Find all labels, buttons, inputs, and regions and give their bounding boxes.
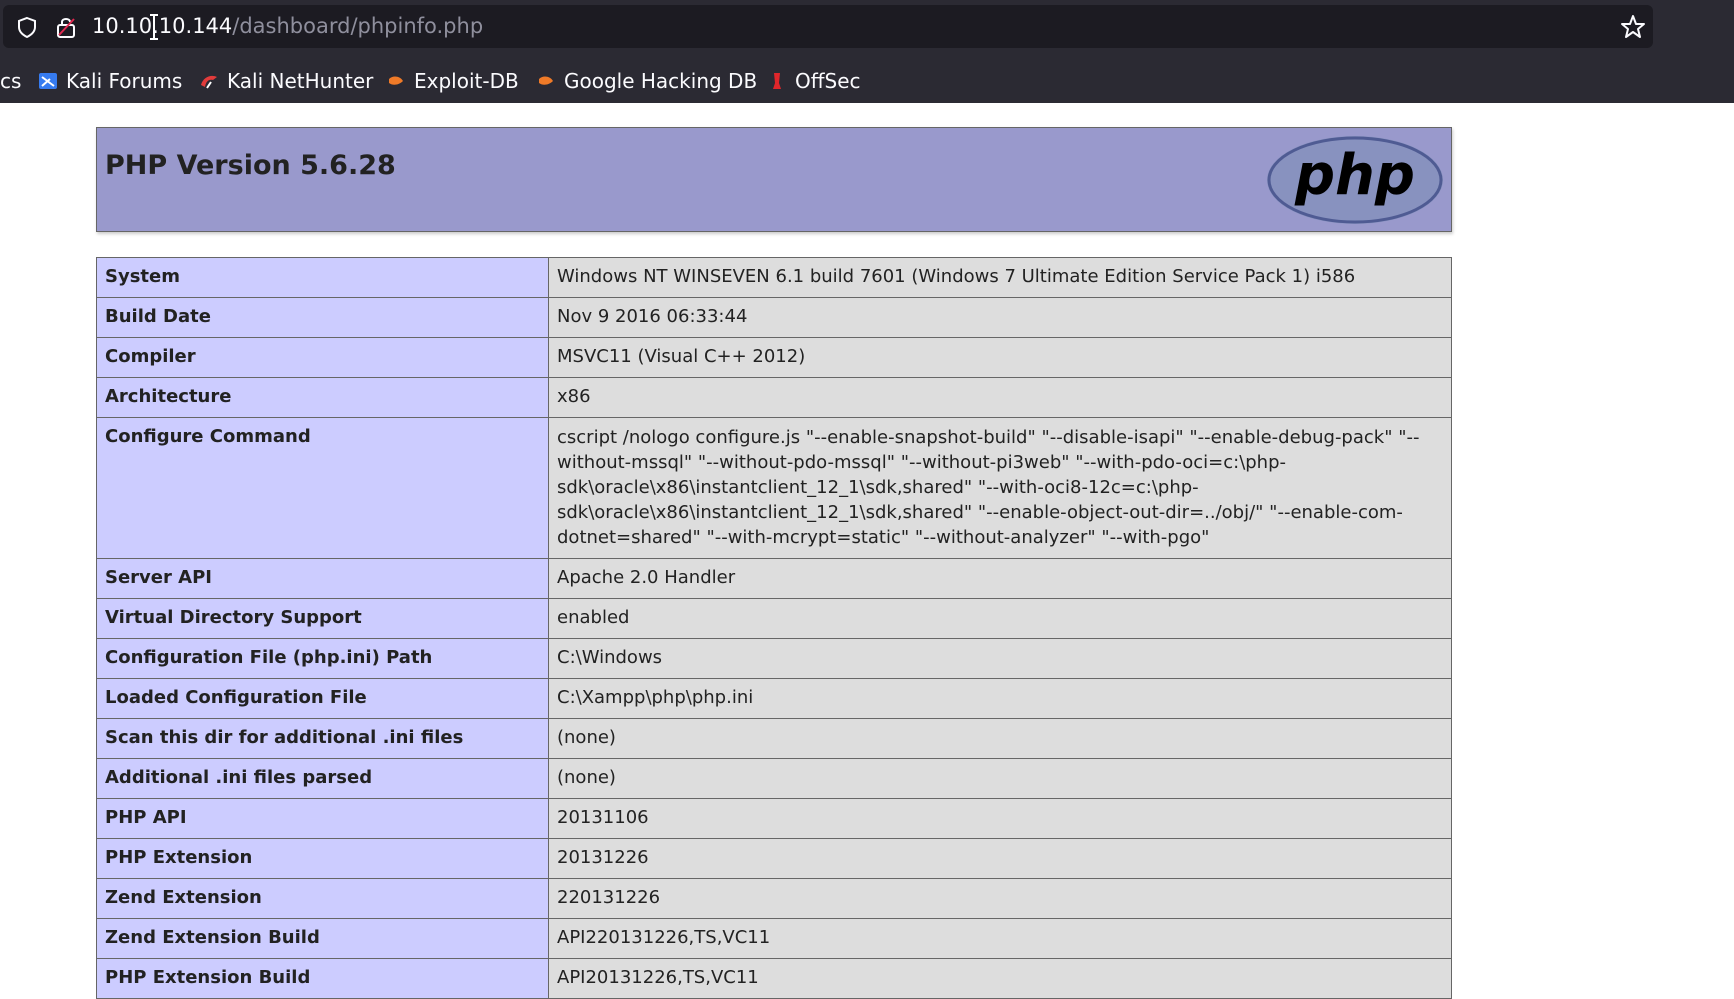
bookmark-label: Kali Forums xyxy=(66,69,183,93)
row-key: Zend Extension xyxy=(96,878,549,919)
table-row: Scan this dir for additional .ini files(… xyxy=(96,718,1452,759)
row-key: Additional .ini files parsed xyxy=(96,758,549,799)
row-value: API220131226,TS,VC11 xyxy=(548,918,1452,959)
row-key: Build Date xyxy=(96,297,549,338)
bookmark-star-icon[interactable] xyxy=(1620,14,1646,40)
google-hacking-db-icon xyxy=(539,76,553,85)
bookmark-kali-forums[interactable]: Kali Forums xyxy=(38,69,182,93)
row-key: Zend Extension Build xyxy=(96,918,549,959)
row-key: Loaded Configuration File xyxy=(96,678,549,719)
kali-forums-icon xyxy=(39,73,57,89)
text-cursor-icon xyxy=(150,14,158,40)
row-value: cscript /nologo configure.js "--enable-s… xyxy=(548,417,1452,559)
lock-icon[interactable] xyxy=(55,15,77,39)
row-value: API20131226,TS,VC11 xyxy=(548,958,1452,999)
browser-toolbar: 10.10.10.144/dashboard/phpinfo.php cs Ka… xyxy=(0,0,1734,103)
bookmark-label: Kali NetHunter xyxy=(227,69,374,93)
table-row: Server API Apache 2.0 Handler xyxy=(96,558,1452,599)
url-host: 10.10.10.144 xyxy=(92,14,233,38)
row-key: PHP Extension xyxy=(96,838,549,879)
row-key: Architecture xyxy=(96,377,549,418)
kali-nethunter-icon xyxy=(201,75,217,89)
row-key: Configuration File (php.ini) Path xyxy=(96,638,549,679)
row-key: Server API xyxy=(96,558,549,599)
row-key: PHP Extension Build xyxy=(96,958,549,999)
offsec-icon xyxy=(773,73,781,89)
row-key: Compiler xyxy=(96,337,549,378)
bookmark-kali-nethunter[interactable]: Kali NetHunter xyxy=(199,69,373,93)
php-info-header: PHP Version 5.6.28 php xyxy=(96,127,1452,232)
bookmark-label: OffSec xyxy=(795,69,861,93)
table-row: System Windows NT WINSEVEN 6.1 build 7601… xyxy=(96,257,1452,298)
table-row: Additional .ini files parsed (none) xyxy=(96,758,1452,799)
bookmark-offsec[interactable]: OffSec xyxy=(767,69,861,93)
row-value: x86 xyxy=(548,377,1452,418)
php-logo-text: php xyxy=(1294,143,1415,208)
row-key: PHP API xyxy=(96,798,549,839)
table-row: Configure Command cscript /nologo configu… xyxy=(96,417,1452,559)
row-value: MSVC11 (Visual C++ 2012) xyxy=(548,337,1452,378)
row-value: enabled xyxy=(548,598,1452,639)
table-row: Configuration File (php.ini) Path C:\Wind… xyxy=(96,638,1452,679)
row-key: Virtual Directory Support xyxy=(96,598,549,639)
address-bar[interactable]: 10.10.10.144/dashboard/phpinfo.php xyxy=(3,5,1653,48)
table-row: Virtual Directory Support enabled xyxy=(96,598,1452,639)
row-key: System xyxy=(96,257,549,298)
row-value: (none) xyxy=(548,758,1452,799)
table-row: Build Date Nov 9 2016 06:33:44 xyxy=(96,297,1452,338)
shield-icon[interactable] xyxy=(16,16,38,38)
row-key: Scan this dir for additional .ini files xyxy=(96,718,549,759)
row-value: (none) xyxy=(548,718,1452,759)
table-row: PHP API 20131106 xyxy=(96,798,1452,839)
exploit-db-icon xyxy=(389,76,403,85)
table-row: Zend Extension Build API220131226,TS,VC11 xyxy=(96,918,1452,959)
table-row: Zend Extension 220131226 xyxy=(96,878,1452,919)
php-logo-icon[interactable]: php xyxy=(1265,134,1445,226)
bookmark-label: cs xyxy=(0,69,22,93)
bookmark-label: Exploit-DB xyxy=(414,69,519,93)
row-value: C:\Xampp\php\php.ini xyxy=(548,678,1452,719)
url-path: /dashboard/phpinfo.php xyxy=(232,14,484,38)
row-key: Configure Command xyxy=(96,417,549,559)
row-value: 20131106 xyxy=(548,798,1452,839)
row-value: 220131226 xyxy=(548,878,1452,919)
row-value: Apache 2.0 Handler xyxy=(548,558,1452,599)
php-info-table: System Windows NT WINSEVEN 6.1 build 7601… xyxy=(96,257,1452,999)
bookmark-label: Google Hacking DB xyxy=(564,69,758,93)
bookmarks-toolbar: cs Kali Forums Kali NetHunter Exploit-DB xyxy=(0,60,1734,100)
row-value: Windows NT WINSEVEN 6.1 build 7601 (Wind… xyxy=(548,257,1452,298)
table-row: Loaded Configuration File C:\Xampp\php\ph… xyxy=(96,678,1452,719)
bookmark-google-hacking-db[interactable]: Google Hacking DB xyxy=(536,69,757,93)
row-value: 20131226 xyxy=(548,838,1452,879)
row-value: C:\Windows xyxy=(548,638,1452,679)
row-value: Nov 9 2016 06:33:44 xyxy=(548,297,1452,338)
table-row: Architecture x86 xyxy=(96,377,1452,418)
table-row: PHP Extension 20131226 xyxy=(96,838,1452,879)
table-row: PHP Extension Build API20131226,TS,VC11 xyxy=(96,958,1452,999)
bookmark-docs[interactable]: cs xyxy=(0,69,21,93)
page-title: PHP Version 5.6.28 xyxy=(105,150,396,181)
bookmark-exploit-db[interactable]: Exploit-DB xyxy=(386,69,519,93)
table-row: Compiler MSVC11 (Visual C++ 2012) xyxy=(96,337,1452,378)
